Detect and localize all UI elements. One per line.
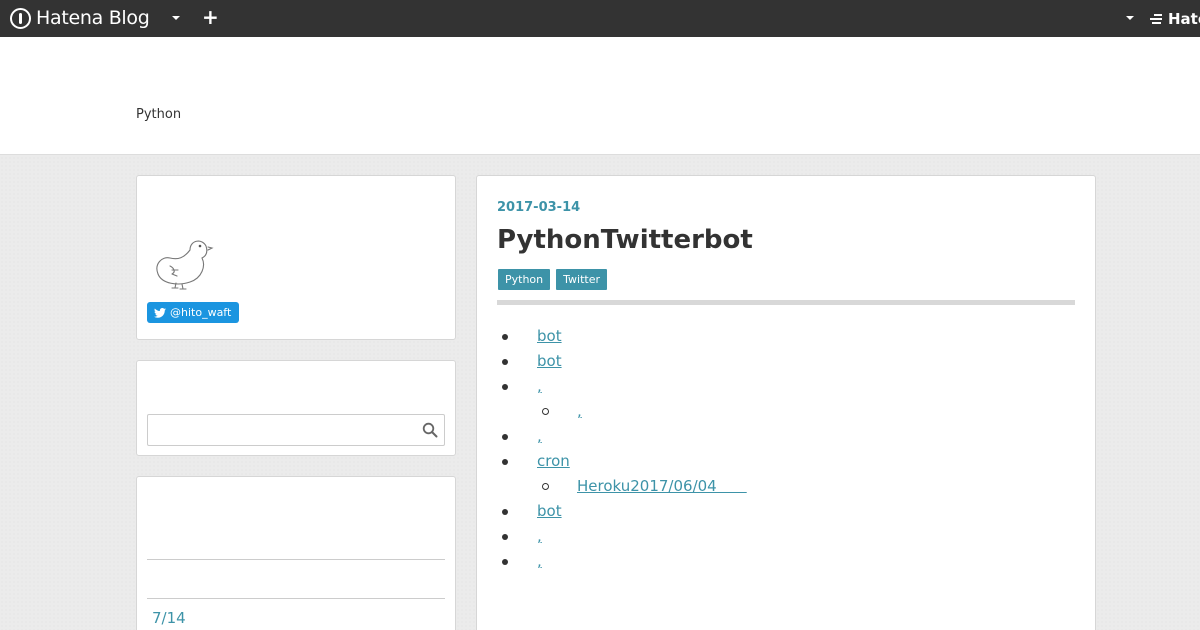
entry-date[interactable]: 2017-03-14: [497, 200, 580, 215]
bullet: [502, 459, 508, 465]
bullet: [502, 359, 508, 365]
toc-link[interactable]: ,: [537, 524, 542, 549]
hatena-logo-icon: [10, 7, 31, 29]
table-of-contents: bot bot , , , cron Heroku2017/06/04 bot …: [497, 324, 1067, 574]
toc-subitem: Heroku2017/06/04: [497, 474, 1067, 499]
toc-link[interactable]: ,: [537, 424, 542, 449]
toc-sublink[interactable]: ,: [577, 399, 582, 424]
archive-divider: [147, 598, 445, 599]
blog-description: Python: [136, 107, 182, 122]
blog-header: Python: [0, 37, 1200, 155]
category-tag[interactable]: Twitter: [556, 269, 608, 290]
chick-avatar-icon[interactable]: [150, 228, 214, 292]
archive-module: 7/14: [136, 476, 456, 630]
toc-item: ,: [497, 524, 1067, 549]
search-input[interactable]: [148, 415, 408, 445]
bullet: [502, 434, 508, 440]
plus-icon[interactable]: +: [202, 6, 219, 28]
bullet: [502, 384, 508, 390]
user-menu-chevron-icon[interactable]: [1126, 16, 1134, 20]
toc-link[interactable]: bot: [537, 324, 562, 349]
toc-link[interactable]: bot: [537, 499, 562, 524]
twitter-handle: @hito_waft: [170, 306, 232, 319]
toc-link[interactable]: ,: [537, 549, 542, 574]
bullet: [502, 509, 508, 515]
entry-title[interactable]: PythonTwitterbot: [497, 224, 753, 256]
hatena-right-logo[interactable]: Hate: [1150, 10, 1200, 28]
brand-name: Hatena Blog: [36, 7, 150, 29]
title-divider: [497, 300, 1075, 305]
sub-bullet: [542, 483, 549, 490]
toc-item: bot: [497, 499, 1067, 524]
twitter-bird-icon: [154, 307, 166, 318]
toc-link[interactable]: ,: [537, 374, 542, 399]
bullet: [502, 559, 508, 565]
hatena-top-bar: Hatena Blog + Hate: [0, 0, 1200, 37]
toc-sublink[interactable]: Heroku2017/06/04: [577, 474, 747, 499]
bullet: [502, 334, 508, 340]
search-icon[interactable]: [422, 422, 438, 438]
chevron-down-icon[interactable]: [172, 16, 180, 20]
category-tag[interactable]: Python: [498, 269, 551, 290]
toc-item: bot: [497, 324, 1067, 349]
archive-link[interactable]: 7/14: [152, 609, 186, 627]
toc-item: ,: [497, 549, 1067, 574]
sub-bullet: [542, 408, 549, 415]
hatena-mini-icon: [1150, 13, 1164, 25]
hatena-blog-logo[interactable]: Hatena Blog: [10, 7, 150, 29]
toc-item: bot: [497, 349, 1067, 374]
search-box: [147, 414, 445, 446]
profile-module: @hito_waft: [136, 175, 456, 340]
toc-link[interactable]: cron: [537, 449, 570, 474]
search-module: [136, 360, 456, 456]
twitter-follow-button[interactable]: @hito_waft: [147, 302, 240, 323]
toc-subitem: ,: [497, 399, 1067, 424]
right-brand-text: Hate: [1168, 10, 1200, 28]
toc-item: ,: [497, 374, 1067, 399]
blog-entry: 2017-03-14 PythonTwitterbot Python Twitt…: [476, 175, 1096, 630]
bullet: [502, 534, 508, 540]
toc-link[interactable]: bot: [537, 349, 562, 374]
archive-divider: [147, 559, 445, 560]
toc-item: ,: [497, 424, 1067, 449]
entry-categories: Python Twitter: [498, 269, 613, 290]
toc-item: cron: [497, 449, 1067, 474]
